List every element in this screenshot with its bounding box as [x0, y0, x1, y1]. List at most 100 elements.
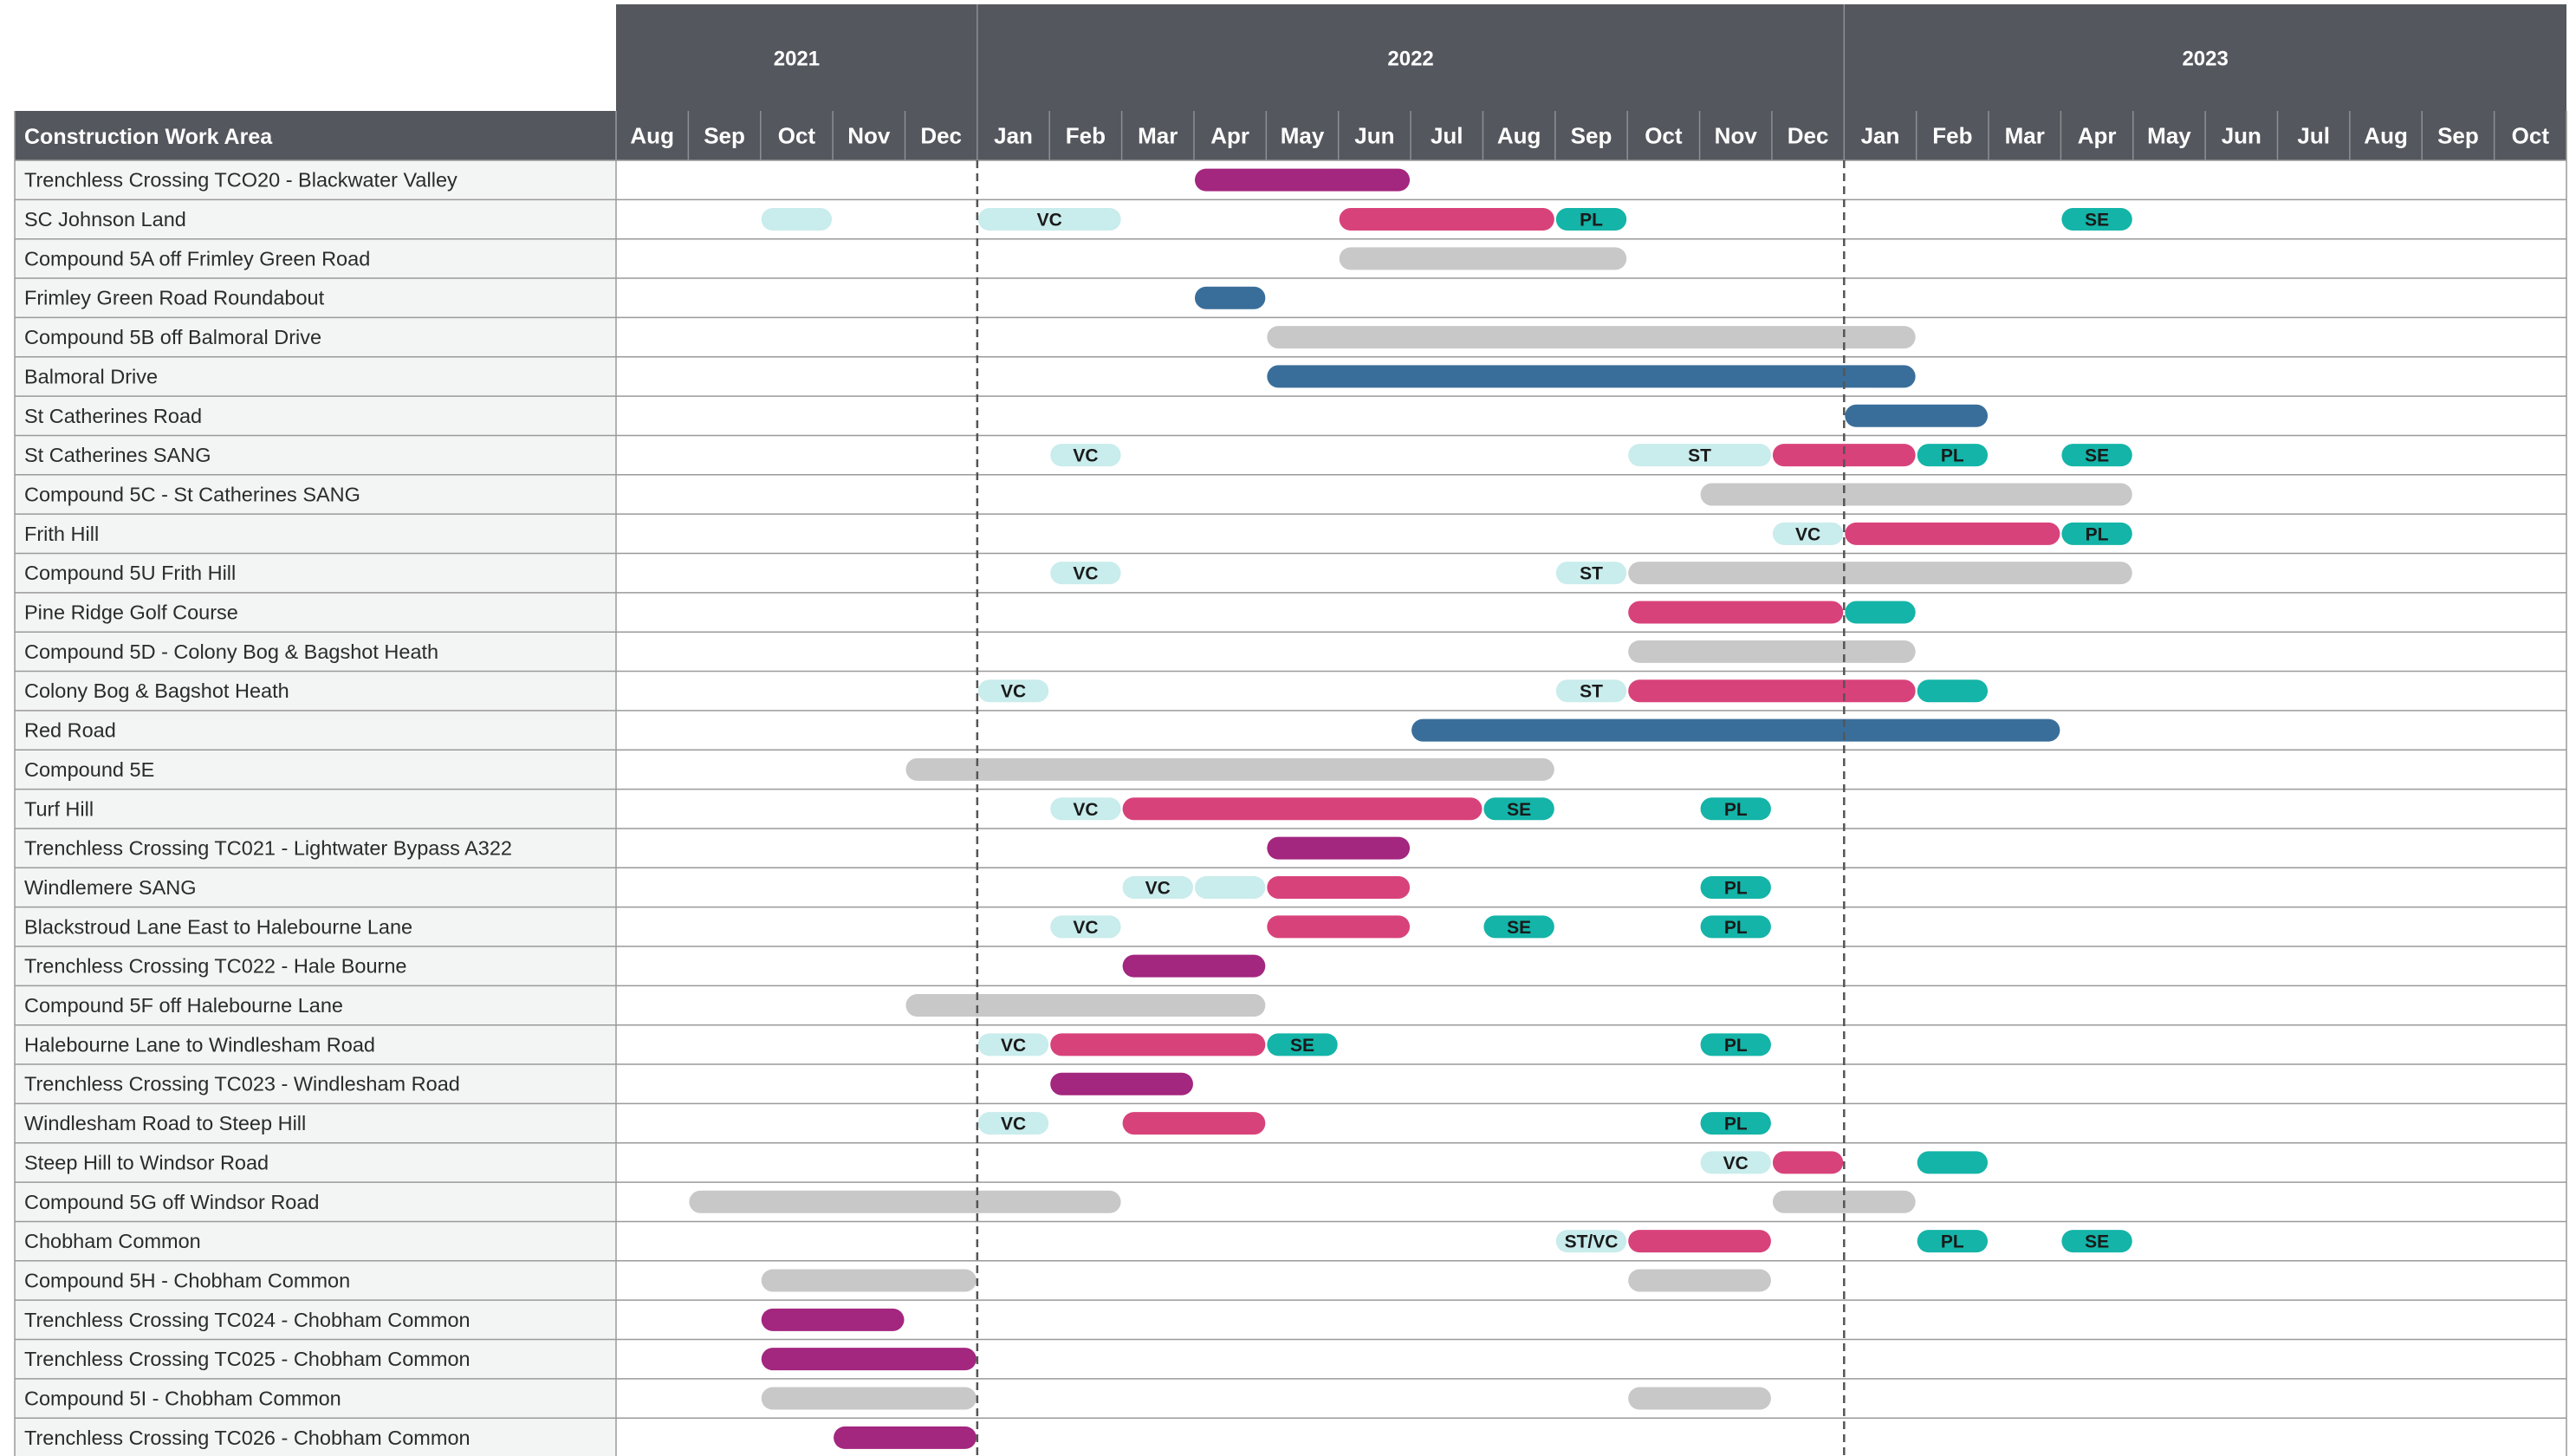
month-label: Nov — [1715, 123, 1758, 149]
gantt-bar — [1700, 483, 2132, 506]
row-label: Balmoral Drive — [24, 365, 158, 387]
gantt-bar — [1267, 915, 1411, 939]
bar-label: PL — [1724, 878, 1748, 898]
row-label: Frimley Green Road Roundabout — [24, 287, 325, 309]
gantt-bar — [761, 1269, 977, 1292]
row-label: Trenchless Crossing TC023 - Windlesham R… — [24, 1073, 460, 1095]
gantt-bar — [761, 1387, 977, 1410]
row-label: Trenchless Crossing TC026 - Chobham Comm… — [24, 1427, 470, 1449]
gantt-bar — [1772, 1151, 1844, 1174]
row-label: Compound 5I - Chobham Common — [24, 1388, 341, 1410]
month-label: Jan — [1861, 123, 1900, 149]
month-label: Dec — [1788, 123, 1829, 149]
gantt-bar — [1050, 1033, 1266, 1056]
gantt-bar — [1917, 1151, 1989, 1174]
bar-label: SE — [2085, 446, 2109, 466]
row-label: Chobham Common — [24, 1230, 201, 1252]
month-label: Feb — [1066, 123, 1106, 149]
row-label: Trenchless Crossing TC025 - Chobham Comm… — [24, 1348, 470, 1370]
bar-label: VC — [1795, 524, 1820, 544]
row-label: Turf Hill — [24, 797, 94, 820]
bar-label: VC — [1001, 1036, 1026, 1056]
bar-label: PL — [1941, 446, 1964, 466]
month-label: Dec — [920, 123, 962, 149]
bar-label: SE — [1507, 918, 1531, 938]
bar-label: PL — [1724, 1115, 1748, 1134]
gantt-bar — [1194, 168, 1411, 192]
bar-label: SE — [1507, 800, 1531, 820]
row-label: Windlemere SANG — [24, 876, 197, 899]
gantt-bar — [1267, 365, 1916, 388]
column-header: Construction Work Area — [24, 125, 273, 149]
gantt-bar — [1267, 875, 1411, 899]
gantt-bar — [1194, 875, 1266, 899]
bar-label: PL — [1580, 211, 1603, 231]
gantt-bar — [1628, 1269, 1771, 1292]
month-label: Aug — [1497, 123, 1541, 149]
bar-label: PL — [1724, 918, 1748, 938]
row-label: Trenchless Crossing TC024 - Chobham Comm… — [24, 1309, 470, 1331]
row-label: Compound 5F off Halebourne Lane — [24, 994, 343, 1017]
year-label: 2022 — [1387, 48, 1433, 71]
bar-label: PL — [1941, 1232, 1964, 1252]
gantt-bar — [1628, 601, 1844, 624]
gantt-bar — [1628, 562, 2132, 585]
gantt-bar — [1845, 601, 1916, 624]
row-label: Compound 5U Frith Hill — [24, 562, 236, 584]
month-label: Oct — [1645, 123, 1683, 149]
gantt-chart: Construction Work Area 2021 2022 2023 Aug Se… — [0, 0, 2576, 1456]
bar-label: VC — [1073, 564, 1098, 584]
row-label: Steep Hill to Windsor Road — [24, 1151, 269, 1173]
gantt-bar — [1845, 404, 1989, 427]
row-label: Trenchless Crossing TCO20 - Blackwater V… — [24, 169, 457, 192]
month-label: Jul — [2297, 123, 2330, 149]
row-label: Frith Hill — [24, 523, 99, 545]
year-header-bg — [616, 4, 2566, 111]
bar-label: SE — [2085, 211, 2109, 231]
bar-label: SE — [2085, 1232, 2109, 1252]
month-label: Sep — [2437, 123, 2479, 149]
label-column-bg — [15, 160, 616, 1456]
bar-label: VC — [1723, 1154, 1749, 1173]
year-label: 2021 — [774, 48, 820, 71]
gantt-bar — [1628, 1387, 1771, 1410]
bar-label: ST/VC — [1565, 1232, 1619, 1252]
gantt-bar — [1628, 679, 1916, 703]
gantt-bar — [1411, 718, 2060, 742]
row-label: Blackstroud Lane East to Halebourne Lane — [24, 915, 412, 938]
month-label: Jan — [994, 123, 1033, 149]
month-label: Nov — [847, 123, 891, 149]
row-label: Windlesham Road to Steep Hill — [24, 1112, 306, 1134]
row-label: Compound 5C - St Catherines SANG — [24, 483, 360, 505]
month-label: Oct — [778, 123, 816, 149]
bar-label: ST — [1688, 446, 1711, 466]
row-label: Compound 5B off Balmoral Drive — [24, 326, 321, 348]
row-label: St Catherines SANG — [24, 444, 211, 466]
row-label: Colony Bog & Bagshot Heath — [24, 679, 289, 702]
gantt-bar — [761, 1348, 977, 1371]
month-label: Jul — [1431, 123, 1463, 149]
month-label: May — [1281, 123, 1325, 149]
gantt-bar — [1917, 679, 1989, 703]
gantt-bar — [905, 757, 1554, 781]
row-label: Compound 5G off Windsor Road — [24, 1191, 320, 1213]
bar-label: ST — [1580, 682, 1603, 702]
gantt-bar — [1194, 286, 1266, 309]
gantt-bar — [761, 208, 833, 231]
gantt-bar — [834, 1426, 977, 1449]
gantt-bar — [905, 994, 1266, 1017]
month-label: Mar — [2005, 123, 2045, 149]
gantt-bar — [761, 1308, 905, 1331]
bar-label: VC — [1037, 211, 1062, 231]
bar-label: VC — [1073, 800, 1098, 820]
month-label: Aug — [2364, 123, 2408, 149]
row-label: Compound 5H - Chobham Common — [24, 1269, 350, 1291]
gantt-bar — [1267, 836, 1411, 860]
gantt-bar — [1050, 1072, 1193, 1095]
gantt-bar — [1845, 522, 2060, 545]
bar-label: SE — [1290, 1036, 1314, 1056]
bar-label: VC — [1001, 1115, 1026, 1134]
month-label: Sep — [704, 123, 745, 149]
gantt-bar — [1628, 640, 1916, 663]
bar-label: PL — [2086, 524, 2109, 544]
